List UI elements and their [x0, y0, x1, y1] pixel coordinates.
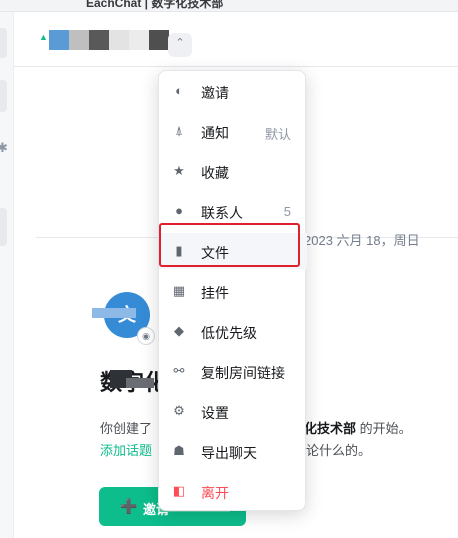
add-topic-link[interactable]: 添加话题 — [100, 440, 152, 459]
left-sidebar-strip: ✱ — [0, 12, 14, 538]
menu-item-invite[interactable]: ◐ 邀请 — [159, 73, 307, 109]
invite-icon: ◐ — [175, 83, 183, 98]
leave-icon: ◧ — [172, 483, 186, 498]
menu-item-widgets[interactable]: ▦ 挂件 — [159, 273, 307, 309]
room-name-redacted[interactable] — [49, 30, 169, 50]
menu-item-label: 低优先级 — [201, 325, 257, 341]
menu-item-favourite[interactable]: ★ 收藏 — [159, 153, 307, 189]
low-priority-icon: ◆ — [174, 323, 184, 338]
menu-item-label: 离开 — [201, 485, 229, 501]
highlight-box — [159, 223, 300, 267]
mosaic-block — [149, 30, 169, 50]
menu-item-label: 邀请 — [201, 85, 229, 101]
menu-item-leave[interactable]: ◧ 离开 — [159, 473, 307, 509]
date-separator: 2023 六月 18，周日 — [304, 233, 420, 248]
menu-item-label: 联系人 — [201, 205, 243, 221]
caret-up-icon: ▲ — [39, 32, 48, 42]
menu-item-label: 收藏 — [201, 165, 229, 181]
menu-item-export-chat[interactable]: ☗ 导出聊天 — [159, 433, 307, 469]
room-intro-room-name: 化技术部 — [304, 421, 357, 436]
room-intro-text-start: 你创建了 — [100, 421, 153, 436]
menu-item-label: 挂件 — [201, 285, 229, 301]
mosaic-block — [89, 30, 109, 50]
menu-item-label: 复制房间链接 — [201, 365, 285, 381]
mosaic-block — [69, 30, 89, 50]
mosaic-block — [129, 30, 149, 50]
menu-item-low-priority[interactable]: ◆ 低优先级 — [159, 313, 307, 349]
window-title: EachChat | 数字化技术部 — [86, 0, 224, 10]
export-icon: ☗ — [173, 443, 185, 458]
sidebar-button[interactable] — [0, 28, 7, 58]
menu-item-notifications[interactable]: ⍋ 通知 默认 — [159, 113, 307, 149]
menu-item-settings[interactable]: ⚙ 设置 — [159, 393, 307, 429]
notification-level: 默认 — [264, 127, 291, 142]
room-context-menu: ◐ 邀请 ⍋ 通知 默认 ★ 收藏 ● 联系人 5 ▮ 文件 ▦ 挂件 ◆ 低优… — [158, 70, 307, 511]
sidebar-button[interactable] — [0, 208, 7, 246]
mosaic-block — [109, 30, 129, 50]
chevron-up-icon[interactable]: ⌃ — [168, 33, 192, 57]
room-header: ▲ ⌃ — [14, 12, 458, 67]
star-icon: ★ — [173, 163, 185, 178]
room-intro-text-end: 化技术部 的开始。 — [304, 418, 412, 437]
member-count: 5 — [283, 204, 291, 219]
redaction-block — [92, 308, 136, 318]
add-user-icon: ➕ — [120, 498, 138, 514]
widgets-icon: ▦ — [172, 283, 186, 298]
menu-item-copy-link[interactable]: ⚯ 复制房间链接 — [159, 353, 307, 389]
bell-icon: ⍋ — [175, 123, 183, 138]
sidebar-button[interactable] — [0, 80, 7, 112]
people-icon: ● — [175, 203, 183, 218]
menu-item-label: 导出聊天 — [201, 445, 257, 461]
window-titlebar: EachChat | 数字化技术部 — [0, 0, 458, 12]
link-icon: ⚯ — [173, 363, 185, 378]
camera-icon[interactable]: ◉ — [137, 327, 155, 345]
mosaic-block — [49, 30, 69, 50]
gear-icon: ⚙ — [173, 403, 185, 418]
menu-item-label: 通知 — [201, 125, 229, 141]
gear-icon[interactable]: ✱ — [0, 140, 8, 156]
room-intro-text2: 论什么的。 — [306, 443, 372, 458]
room-intro-suffix: 的开始。 — [356, 421, 412, 436]
menu-item-label: 设置 — [201, 405, 229, 421]
redaction-block — [126, 378, 154, 388]
